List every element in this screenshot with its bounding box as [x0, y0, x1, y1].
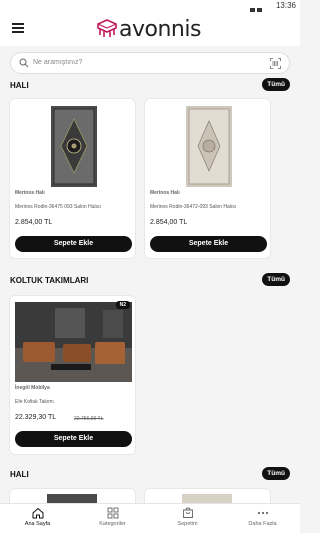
product-price: 2.854,00 TL — [150, 219, 188, 226]
rug-image-dark — [50, 106, 97, 187]
section-title: HALI — [10, 470, 29, 479]
section-title: HALI — [10, 81, 29, 90]
nav-more[interactable]: Daha Fazla — [225, 507, 300, 533]
nav-label: Daha Fazla — [248, 521, 277, 527]
nav-home[interactable]: Ana Sayfa — [0, 507, 75, 533]
search-placeholder: Ne aramıştınız? — [33, 59, 83, 66]
product-name: Merinos Rodin-36472-093 Salon Halısı — [150, 204, 237, 210]
section-title: KOLTUK TAKIMLARI — [10, 276, 89, 285]
barcode-scan-icon[interactable] — [270, 58, 281, 69]
nav-cart[interactable]: Sepetim — [150, 507, 225, 533]
section-header-koltuk: KOLTUK TAKIMLARI Tümü — [10, 273, 290, 287]
status-time: 13:36 — [275, 1, 296, 10]
product-old-price: 22.756,99 TL — [74, 416, 104, 422]
product-image — [15, 302, 132, 382]
product-card[interactable]: N2 İnegöl Mobilya Efe Koltuk Takımı 22.3… — [9, 295, 136, 455]
add-to-cart-button[interactable]: Sepete Ekle — [15, 431, 132, 447]
search-icon — [19, 58, 29, 68]
product-brand: Merinos Halı — [150, 190, 180, 196]
menu-icon[interactable] — [12, 23, 24, 33]
see-all-button[interactable]: Tümü — [262, 467, 290, 480]
product-brand: İnegöl Mobilya — [15, 385, 50, 391]
add-to-cart-button[interactable]: Sepete Ekle — [150, 236, 267, 252]
status-bar: 13:36 — [0, 0, 300, 15]
status-icons — [250, 2, 268, 15]
product-price: 2.854,00 TL — [15, 219, 53, 226]
grid-icon — [107, 507, 118, 519]
sofa-set-image — [15, 302, 132, 382]
nav-label: Ana Sayfa — [24, 521, 51, 527]
add-to-cart-button[interactable]: Sepete Ekle — [15, 236, 132, 252]
product-brand: Merinos Halı — [15, 190, 45, 196]
product-card[interactable]: Merinos Halı Merinos Rodin-36475 093 Sal… — [9, 98, 136, 259]
product-price: 22.329,30 TL — [15, 414, 57, 421]
product-name: Merinos Rodin-36475 093 Salon Halısı — [15, 204, 101, 210]
more-icon — [257, 511, 268, 515]
see-all-button[interactable]: Tümü — [262, 273, 290, 286]
cart-icon — [182, 507, 193, 518]
product-card[interactable]: Merinos Halı Merinos Rodin-36472-093 Sal… — [144, 98, 271, 259]
see-all-button[interactable]: Tümü — [262, 78, 290, 91]
nav-label: Kategoriler — [99, 521, 126, 527]
product-image — [15, 105, 132, 188]
brand-mark-icon — [97, 19, 117, 37]
product-image — [150, 105, 267, 188]
rug-image-light — [185, 106, 232, 187]
search-bar[interactable]: Ne aramıştınız? — [10, 52, 290, 74]
brand-logo[interactable]: avonnis — [96, 16, 201, 42]
section-header-hali: HALI Tümü — [10, 78, 290, 92]
nav-categories[interactable]: Kategoriler — [75, 507, 150, 533]
section-header-hali-2: HALI Tümü — [10, 467, 290, 481]
bottom-navigation: Ana Sayfa Kategoriler Sepetim Daha Fazla — [0, 503, 300, 533]
product-name: Efe Koltuk Takımı — [15, 399, 54, 405]
brand-name: avonnis — [119, 16, 201, 42]
top-app-bar: avonnis — [0, 12, 300, 46]
product-badge: N2 — [115, 301, 130, 309]
home-icon — [32, 507, 43, 519]
nav-label: Sepetim — [177, 521, 198, 527]
